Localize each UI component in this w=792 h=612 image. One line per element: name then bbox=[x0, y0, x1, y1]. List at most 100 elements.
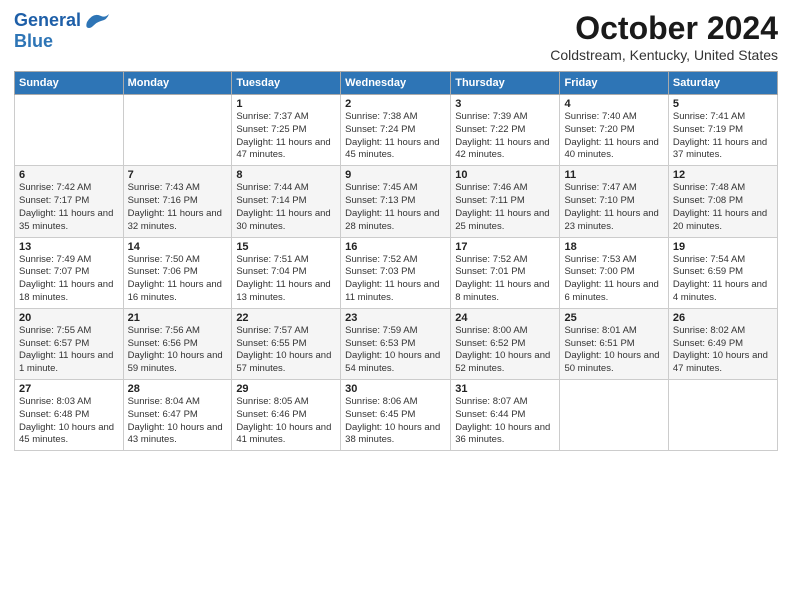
day-number: 12 bbox=[673, 169, 773, 181]
day-info: Sunrise: 7:42 AM Sunset: 7:17 PM Dayligh… bbox=[19, 182, 119, 233]
calendar-cell: 12Sunrise: 7:48 AM Sunset: 7:08 PM Dayli… bbox=[668, 166, 777, 237]
day-number: 7 bbox=[128, 169, 228, 181]
day-number: 30 bbox=[345, 383, 446, 395]
logo-blue: Blue bbox=[14, 31, 53, 51]
calendar-cell: 8Sunrise: 7:44 AM Sunset: 7:14 PM Daylig… bbox=[232, 166, 341, 237]
day-number: 3 bbox=[455, 98, 555, 110]
day-info: Sunrise: 8:01 AM Sunset: 6:51 PM Dayligh… bbox=[564, 325, 663, 376]
day-number: 6 bbox=[19, 169, 119, 181]
calendar-cell: 15Sunrise: 7:51 AM Sunset: 7:04 PM Dayli… bbox=[232, 237, 341, 308]
calendar-cell: 18Sunrise: 7:53 AM Sunset: 7:00 PM Dayli… bbox=[560, 237, 668, 308]
day-info: Sunrise: 8:07 AM Sunset: 6:44 PM Dayligh… bbox=[455, 396, 555, 447]
weekday-header-thursday: Thursday bbox=[451, 72, 560, 95]
calendar-cell: 9Sunrise: 7:45 AM Sunset: 7:13 PM Daylig… bbox=[341, 166, 451, 237]
calendar-cell: 26Sunrise: 8:02 AM Sunset: 6:49 PM Dayli… bbox=[668, 308, 777, 379]
day-number: 8 bbox=[236, 169, 336, 181]
weekday-header-saturday: Saturday bbox=[668, 72, 777, 95]
day-number: 24 bbox=[455, 312, 555, 324]
week-row-3: 13Sunrise: 7:49 AM Sunset: 7:07 PM Dayli… bbox=[15, 237, 778, 308]
day-info: Sunrise: 8:02 AM Sunset: 6:49 PM Dayligh… bbox=[673, 325, 773, 376]
day-number: 27 bbox=[19, 383, 119, 395]
day-info: Sunrise: 7:46 AM Sunset: 7:11 PM Dayligh… bbox=[455, 182, 555, 233]
calendar-cell: 23Sunrise: 7:59 AM Sunset: 6:53 PM Dayli… bbox=[341, 308, 451, 379]
day-number: 9 bbox=[345, 169, 446, 181]
day-info: Sunrise: 7:44 AM Sunset: 7:14 PM Dayligh… bbox=[236, 182, 336, 233]
location-subtitle: Coldstream, Kentucky, United States bbox=[550, 47, 778, 63]
day-info: Sunrise: 7:51 AM Sunset: 7:04 PM Dayligh… bbox=[236, 254, 336, 305]
day-info: Sunrise: 7:47 AM Sunset: 7:10 PM Dayligh… bbox=[564, 182, 663, 233]
day-info: Sunrise: 7:38 AM Sunset: 7:24 PM Dayligh… bbox=[345, 111, 446, 162]
calendar-header: SundayMondayTuesdayWednesdayThursdayFrid… bbox=[15, 72, 778, 95]
calendar-cell: 6Sunrise: 7:42 AM Sunset: 7:17 PM Daylig… bbox=[15, 166, 124, 237]
calendar-cell: 27Sunrise: 8:03 AM Sunset: 6:48 PM Dayli… bbox=[15, 380, 124, 451]
day-number: 13 bbox=[19, 241, 119, 253]
title-area: October 2024 Coldstream, Kentucky, Unite… bbox=[550, 10, 778, 63]
day-info: Sunrise: 7:39 AM Sunset: 7:22 PM Dayligh… bbox=[455, 111, 555, 162]
day-number: 2 bbox=[345, 98, 446, 110]
calendar-cell: 5Sunrise: 7:41 AM Sunset: 7:19 PM Daylig… bbox=[668, 95, 777, 166]
calendar-body: 1Sunrise: 7:37 AM Sunset: 7:25 PM Daylig… bbox=[15, 95, 778, 451]
calendar-cell bbox=[560, 380, 668, 451]
day-info: Sunrise: 7:53 AM Sunset: 7:00 PM Dayligh… bbox=[564, 254, 663, 305]
day-number: 25 bbox=[564, 312, 663, 324]
day-number: 10 bbox=[455, 169, 555, 181]
day-number: 11 bbox=[564, 169, 663, 181]
day-info: Sunrise: 7:49 AM Sunset: 7:07 PM Dayligh… bbox=[19, 254, 119, 305]
logo: General Blue bbox=[14, 10, 111, 52]
day-number: 18 bbox=[564, 241, 663, 253]
day-number: 23 bbox=[345, 312, 446, 324]
calendar-cell: 1Sunrise: 7:37 AM Sunset: 7:25 PM Daylig… bbox=[232, 95, 341, 166]
day-number: 17 bbox=[455, 241, 555, 253]
calendar-cell: 2Sunrise: 7:38 AM Sunset: 7:24 PM Daylig… bbox=[341, 95, 451, 166]
calendar-cell bbox=[123, 95, 232, 166]
week-row-1: 1Sunrise: 7:37 AM Sunset: 7:25 PM Daylig… bbox=[15, 95, 778, 166]
calendar-cell: 13Sunrise: 7:49 AM Sunset: 7:07 PM Dayli… bbox=[15, 237, 124, 308]
weekday-header-wednesday: Wednesday bbox=[341, 72, 451, 95]
day-number: 16 bbox=[345, 241, 446, 253]
header: General Blue October 2024 Coldstream, Ke… bbox=[14, 10, 778, 63]
day-number: 4 bbox=[564, 98, 663, 110]
day-number: 28 bbox=[128, 383, 228, 395]
week-row-5: 27Sunrise: 8:03 AM Sunset: 6:48 PM Dayli… bbox=[15, 380, 778, 451]
day-info: Sunrise: 7:52 AM Sunset: 7:01 PM Dayligh… bbox=[455, 254, 555, 305]
day-info: Sunrise: 7:48 AM Sunset: 7:08 PM Dayligh… bbox=[673, 182, 773, 233]
calendar-cell: 19Sunrise: 7:54 AM Sunset: 6:59 PM Dayli… bbox=[668, 237, 777, 308]
day-info: Sunrise: 7:56 AM Sunset: 6:56 PM Dayligh… bbox=[128, 325, 228, 376]
calendar-cell: 28Sunrise: 8:04 AM Sunset: 6:47 PM Dayli… bbox=[123, 380, 232, 451]
day-info: Sunrise: 7:57 AM Sunset: 6:55 PM Dayligh… bbox=[236, 325, 336, 376]
day-number: 26 bbox=[673, 312, 773, 324]
day-info: Sunrise: 7:45 AM Sunset: 7:13 PM Dayligh… bbox=[345, 182, 446, 233]
logo-bird-icon bbox=[83, 10, 111, 32]
weekday-row: SundayMondayTuesdayWednesdayThursdayFrid… bbox=[15, 72, 778, 95]
calendar-cell: 3Sunrise: 7:39 AM Sunset: 7:22 PM Daylig… bbox=[451, 95, 560, 166]
calendar-cell: 29Sunrise: 8:05 AM Sunset: 6:46 PM Dayli… bbox=[232, 380, 341, 451]
calendar-cell: 16Sunrise: 7:52 AM Sunset: 7:03 PM Dayli… bbox=[341, 237, 451, 308]
calendar-cell: 11Sunrise: 7:47 AM Sunset: 7:10 PM Dayli… bbox=[560, 166, 668, 237]
day-info: Sunrise: 7:43 AM Sunset: 7:16 PM Dayligh… bbox=[128, 182, 228, 233]
calendar-cell: 10Sunrise: 7:46 AM Sunset: 7:11 PM Dayli… bbox=[451, 166, 560, 237]
day-info: Sunrise: 8:06 AM Sunset: 6:45 PM Dayligh… bbox=[345, 396, 446, 447]
weekday-header-tuesday: Tuesday bbox=[232, 72, 341, 95]
day-number: 14 bbox=[128, 241, 228, 253]
day-number: 21 bbox=[128, 312, 228, 324]
week-row-2: 6Sunrise: 7:42 AM Sunset: 7:17 PM Daylig… bbox=[15, 166, 778, 237]
week-row-4: 20Sunrise: 7:55 AM Sunset: 6:57 PM Dayli… bbox=[15, 308, 778, 379]
calendar-cell: 14Sunrise: 7:50 AM Sunset: 7:06 PM Dayli… bbox=[123, 237, 232, 308]
calendar-cell: 20Sunrise: 7:55 AM Sunset: 6:57 PM Dayli… bbox=[15, 308, 124, 379]
day-number: 1 bbox=[236, 98, 336, 110]
calendar-cell bbox=[15, 95, 124, 166]
day-info: Sunrise: 7:41 AM Sunset: 7:19 PM Dayligh… bbox=[673, 111, 773, 162]
day-number: 5 bbox=[673, 98, 773, 110]
calendar-cell: 24Sunrise: 8:00 AM Sunset: 6:52 PM Dayli… bbox=[451, 308, 560, 379]
day-info: Sunrise: 7:50 AM Sunset: 7:06 PM Dayligh… bbox=[128, 254, 228, 305]
calendar-cell: 4Sunrise: 7:40 AM Sunset: 7:20 PM Daylig… bbox=[560, 95, 668, 166]
weekday-header-monday: Monday bbox=[123, 72, 232, 95]
day-info: Sunrise: 7:37 AM Sunset: 7:25 PM Dayligh… bbox=[236, 111, 336, 162]
calendar-cell: 30Sunrise: 8:06 AM Sunset: 6:45 PM Dayli… bbox=[341, 380, 451, 451]
day-info: Sunrise: 8:05 AM Sunset: 6:46 PM Dayligh… bbox=[236, 396, 336, 447]
calendar-cell: 31Sunrise: 8:07 AM Sunset: 6:44 PM Dayli… bbox=[451, 380, 560, 451]
weekday-header-friday: Friday bbox=[560, 72, 668, 95]
day-info: Sunrise: 8:04 AM Sunset: 6:47 PM Dayligh… bbox=[128, 396, 228, 447]
day-info: Sunrise: 7:59 AM Sunset: 6:53 PM Dayligh… bbox=[345, 325, 446, 376]
day-number: 31 bbox=[455, 383, 555, 395]
